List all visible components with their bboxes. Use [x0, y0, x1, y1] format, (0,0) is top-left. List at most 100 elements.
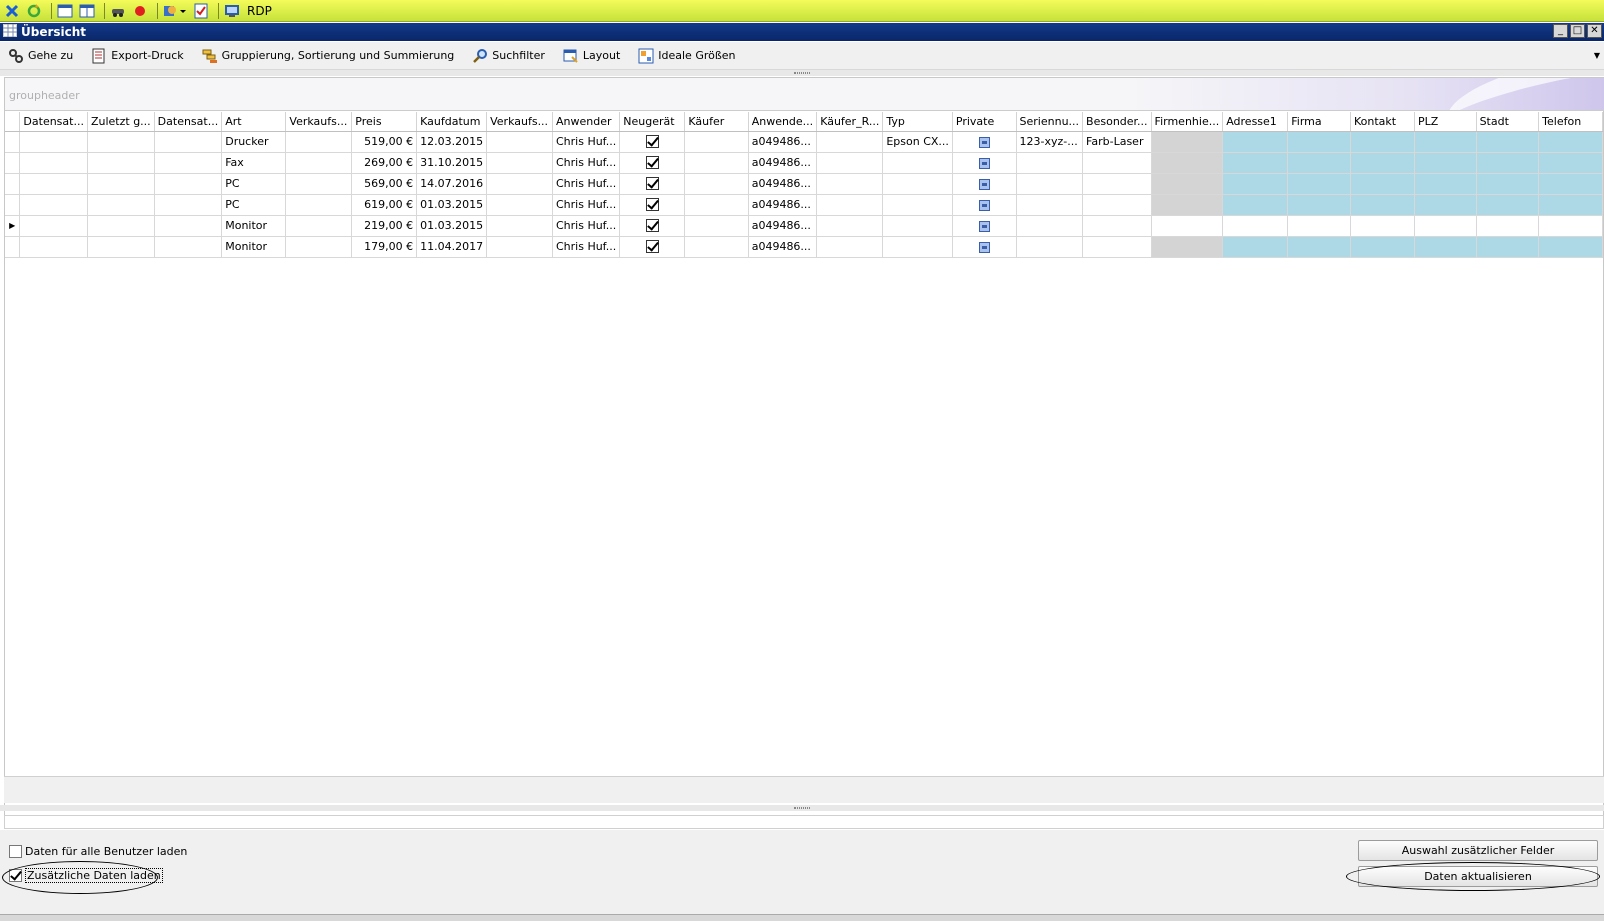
cell-plz[interactable] — [1414, 236, 1477, 258]
cell-zuletzt[interactable] — [87, 173, 155, 195]
cell-anwender-id[interactable]: a049486... — [748, 131, 818, 153]
table-row[interactable]: Drucker 519,00 €12.03.2015 Chris Huf... a04… — [5, 131, 1603, 153]
table-row[interactable]: PC 619,00 €01.03.2015 Chris Huf... a049486.… — [5, 194, 1603, 216]
load-all-users-checkbox[interactable] — [9, 845, 22, 858]
cell-verkaufs2[interactable] — [486, 215, 553, 237]
cell-typ[interactable]: Epson CX... — [882, 131, 953, 153]
row-indicator[interactable] — [5, 194, 21, 216]
cell-kaeufer-r[interactable] — [816, 194, 884, 216]
cell-adresse1[interactable] — [1222, 131, 1289, 153]
cell-anwender[interactable]: Chris Huf... — [552, 152, 621, 174]
cell-zuletzt[interactable] — [87, 236, 155, 258]
cell-plz[interactable] — [1414, 173, 1477, 195]
cell-seriennummer[interactable] — [1016, 173, 1084, 195]
cell-datensatz2[interactable] — [154, 173, 223, 195]
users-dropdown-icon[interactable] — [162, 2, 188, 20]
cell-art[interactable]: Drucker — [221, 131, 287, 153]
checkbox-checked[interactable] — [645, 135, 659, 149]
cell-kontakt[interactable] — [1350, 131, 1416, 153]
column-header[interactable]: Private — [952, 112, 1017, 132]
checkbox-checked[interactable] — [645, 240, 659, 254]
cell-neugeraet[interactable] — [619, 173, 686, 195]
cell-adresse1[interactable] — [1222, 194, 1289, 216]
cell-neugeraet[interactable] — [619, 152, 686, 174]
column-header[interactable]: Neugerät — [619, 112, 686, 132]
cell-neugeraet[interactable] — [619, 194, 686, 216]
column-header[interactable]: Seriennu... — [1016, 112, 1084, 132]
maximize-button[interactable]: □ — [1570, 24, 1585, 38]
record-icon[interactable] — [131, 2, 149, 20]
cell-datensatz2[interactable] — [154, 194, 223, 216]
cell-plz[interactable] — [1414, 194, 1477, 216]
cell-art[interactable]: Monitor — [221, 236, 287, 258]
cell-besonderheiten[interactable] — [1082, 173, 1152, 195]
cell-firmenhierarchie[interactable] — [1151, 215, 1224, 237]
split-window-icon[interactable] — [78, 2, 96, 20]
column-header[interactable]: Typ — [882, 112, 953, 132]
cell-kaufdatum[interactable]: 01.03.2015 — [416, 215, 488, 237]
cell-plz[interactable] — [1414, 215, 1477, 237]
group-header-panel[interactable]: groupheader — [5, 78, 1604, 111]
cell-zuletzt[interactable] — [87, 152, 155, 174]
cell-art[interactable]: PC — [221, 173, 287, 195]
toolbar-overflow-icon[interactable]: ▼ — [1594, 51, 1600, 60]
cell-seriennummer[interactable] — [1016, 152, 1084, 174]
cell-preis[interactable]: 269,00 € — [351, 152, 418, 174]
column-header[interactable]: Adresse1 — [1222, 112, 1289, 132]
cell-seriennummer[interactable] — [1016, 236, 1084, 258]
cell-kontakt[interactable] — [1350, 173, 1416, 195]
cell-preis[interactable]: 219,00 € — [351, 215, 418, 237]
cell-firma[interactable] — [1287, 236, 1351, 258]
cell-kaeufer-r[interactable] — [816, 173, 884, 195]
cell-kontakt[interactable] — [1350, 215, 1416, 237]
cell-neugeraet[interactable] — [619, 215, 686, 237]
layout-button[interactable]: Layout — [563, 48, 620, 64]
cell-private[interactable] — [952, 173, 1017, 195]
cell-besonderheiten[interactable] — [1082, 194, 1152, 216]
window-icon[interactable] — [56, 2, 74, 20]
cell-datensatz[interactable] — [19, 194, 88, 216]
cell-kaeufer[interactable] — [684, 194, 749, 216]
cell-stadt[interactable] — [1476, 194, 1540, 216]
checkbox-checked[interactable] — [645, 219, 659, 233]
search-filter-button[interactable]: Suchfilter — [472, 48, 545, 64]
row-indicator[interactable]: ▶ — [5, 215, 21, 237]
cell-stadt[interactable] — [1476, 215, 1540, 237]
row-indicator[interactable] — [5, 152, 21, 174]
cell-firma[interactable] — [1287, 215, 1351, 237]
column-header[interactable]: Preis — [351, 112, 418, 132]
cell-private[interactable] — [952, 152, 1017, 174]
checkbox-checked[interactable] — [645, 177, 659, 191]
load-all-users-label[interactable]: Daten für alle Benutzer laden — [25, 845, 187, 858]
cell-firma[interactable] — [1287, 152, 1351, 174]
cell-kontakt[interactable] — [1350, 152, 1416, 174]
cell-anwender[interactable]: Chris Huf... — [552, 236, 621, 258]
cell-anwender[interactable]: Chris Huf... — [552, 131, 621, 153]
cell-anwender-id[interactable]: a049486... — [748, 173, 818, 195]
cell-kontakt[interactable] — [1350, 194, 1416, 216]
cell-kaeufer[interactable] — [684, 173, 749, 195]
cell-stadt[interactable] — [1476, 236, 1540, 258]
cell-datensatz[interactable] — [19, 173, 88, 195]
cell-kaeufer-r[interactable] — [816, 152, 884, 174]
refresh-icon[interactable] — [25, 2, 43, 20]
cell-anwender[interactable]: Chris Huf... — [552, 215, 621, 237]
private-flag-icon[interactable] — [978, 199, 990, 211]
cell-verkaufs[interactable] — [285, 236, 353, 258]
cell-telefon[interactable] — [1538, 173, 1603, 195]
cell-adresse1[interactable] — [1222, 152, 1289, 174]
cell-zuletzt[interactable] — [87, 194, 155, 216]
column-header[interactable]: Kaufdatum — [416, 112, 488, 132]
cell-preis[interactable]: 619,00 € — [351, 194, 418, 216]
cell-art[interactable]: Fax — [221, 152, 287, 174]
private-flag-icon[interactable] — [978, 178, 990, 190]
cell-firmenhierarchie[interactable] — [1151, 131, 1224, 153]
table-row[interactable]: Monitor 179,00 €11.04.2017 Chris Huf... a04… — [5, 236, 1603, 258]
cell-datensatz[interactable] — [19, 236, 88, 258]
cell-plz[interactable] — [1414, 152, 1477, 174]
column-header[interactable]: Art — [221, 112, 287, 132]
rdp-icon[interactable] — [223, 2, 241, 20]
cell-verkaufs[interactable] — [285, 194, 353, 216]
cell-firmenhierarchie[interactable] — [1151, 194, 1224, 216]
column-header[interactable]: PLZ — [1414, 112, 1477, 132]
